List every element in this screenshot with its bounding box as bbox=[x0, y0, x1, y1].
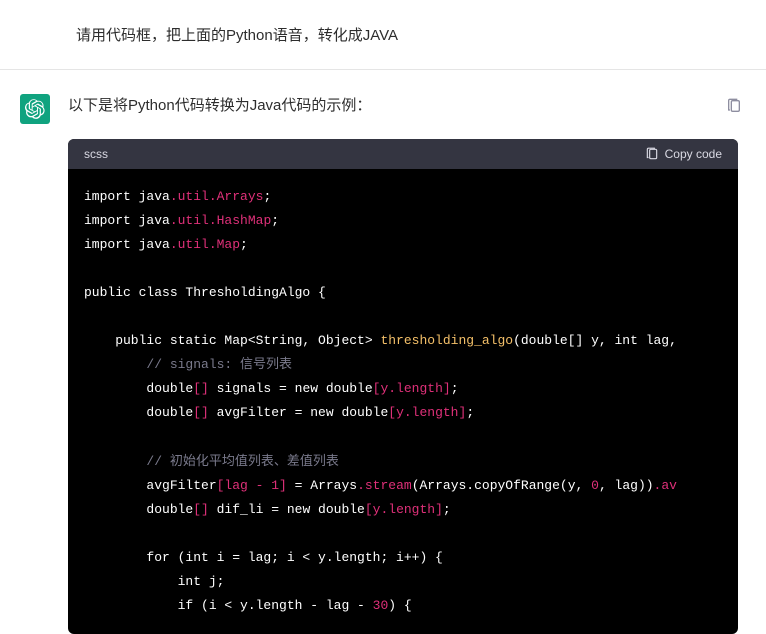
code-language-label: scss bbox=[84, 147, 108, 161]
clipboard-icon bbox=[645, 147, 659, 161]
code-block: scss Copy code import java.util.Arrays; … bbox=[68, 139, 738, 634]
user-text: 请用代码框，把上面的Python语音，转化成JAVA bbox=[76, 27, 398, 44]
copy-message-button[interactable] bbox=[722, 94, 746, 123]
copy-code-button[interactable]: Copy code bbox=[645, 147, 722, 161]
copy-code-label: Copy code bbox=[665, 147, 722, 161]
assistant-header: 以下是将Python代码转换为Java代码的示例： bbox=[68, 94, 746, 123]
openai-logo-icon bbox=[25, 99, 45, 119]
code-header: scss Copy code bbox=[68, 139, 738, 169]
user-message: 请用代码框，把上面的Python语音，转化成JAVA bbox=[0, 0, 766, 70]
assistant-message: 以下是将Python代码转换为Java代码的示例： scss Copy code bbox=[0, 70, 766, 634]
assistant-avatar bbox=[20, 94, 50, 124]
assistant-intro-text: 以下是将Python代码转换为Java代码的示例： bbox=[68, 94, 371, 115]
clipboard-icon bbox=[726, 98, 742, 114]
code-content: import java.util.Arrays; import java.uti… bbox=[68, 169, 738, 634]
assistant-content: 以下是将Python代码转换为Java代码的示例： scss Copy code bbox=[68, 94, 746, 634]
